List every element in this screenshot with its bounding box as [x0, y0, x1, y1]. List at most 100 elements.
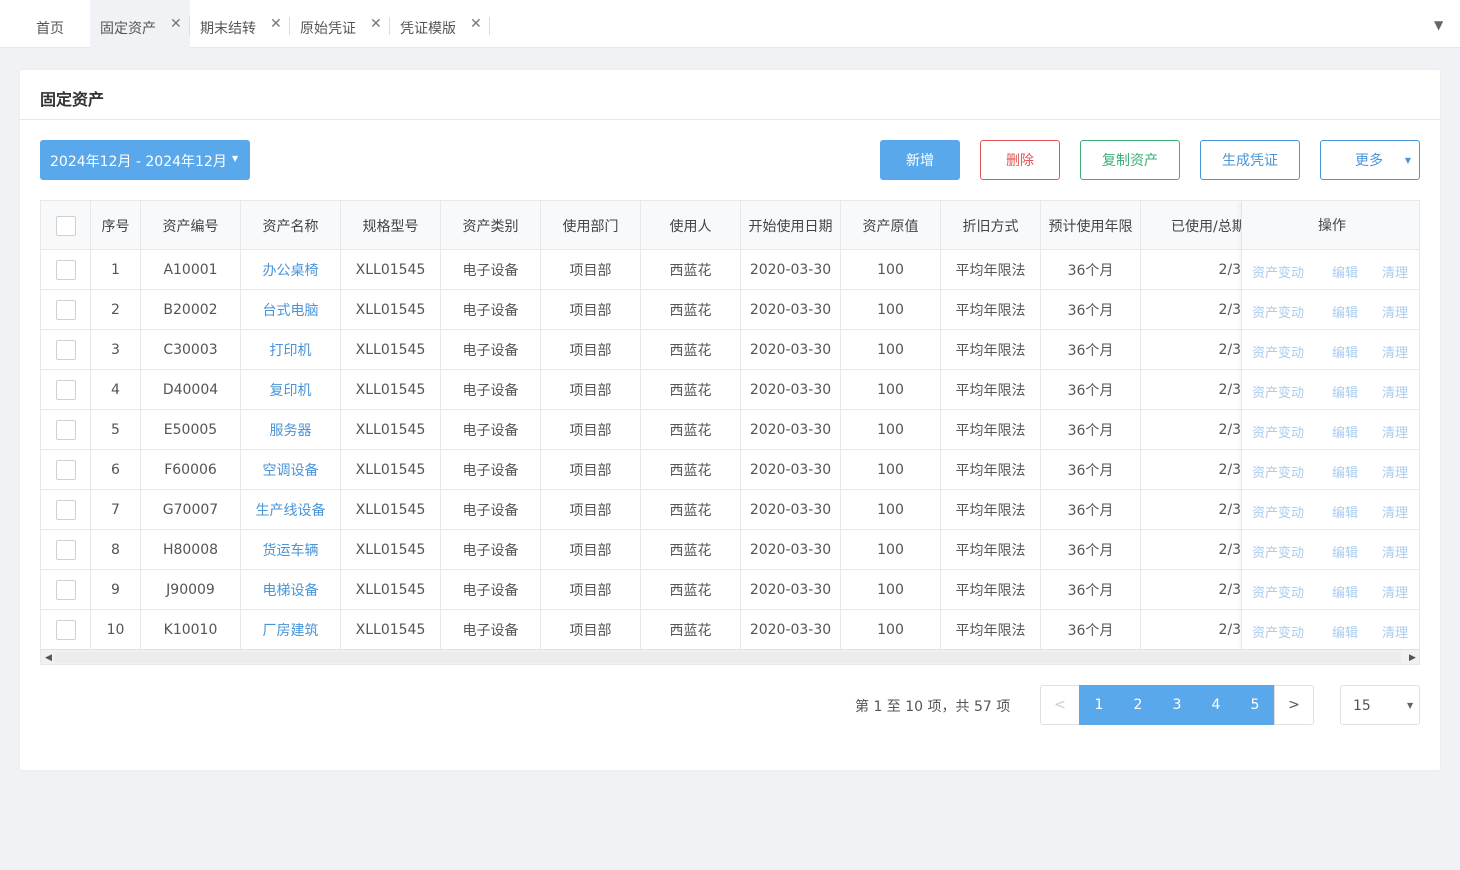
tab-2[interactable]: 期末结转 ✕: [190, 0, 290, 48]
asset-change-link[interactable]: 资产变动: [1252, 542, 1304, 561]
cell-code: K10010: [141, 610, 241, 649]
row-checkbox[interactable]: [55, 619, 76, 640]
tab-dropdown-icon[interactable]: ▼: [1434, 18, 1443, 32]
dispose-link[interactable]: 清理: [1382, 582, 1408, 601]
prev-page-button[interactable]: <: [1040, 685, 1080, 725]
cell-name[interactable]: 办公桌椅: [241, 250, 341, 289]
tab-1[interactable]: 固定资产 ✕: [90, 0, 190, 48]
asset-change-link[interactable]: 资产变动: [1252, 382, 1304, 401]
page-button-2[interactable]: 2: [1118, 685, 1158, 725]
add-button[interactable]: 新增: [880, 140, 960, 180]
cell-start-date: 2020-03-30: [741, 570, 841, 609]
delete-button[interactable]: 删除: [980, 140, 1060, 180]
row-checkbox[interactable]: [55, 299, 76, 320]
edit-link[interactable]: 编辑: [1332, 462, 1358, 481]
more-dropdown-button[interactable]: 更多 ▼: [1320, 140, 1420, 180]
dispose-link[interactable]: 清理: [1382, 542, 1408, 561]
edit-link[interactable]: 编辑: [1332, 422, 1358, 441]
tab-3[interactable]: 原始凭证 ✕: [290, 0, 390, 48]
asset-change-link[interactable]: 资产变动: [1252, 302, 1304, 321]
title-divider: [20, 119, 1440, 120]
dispose-link[interactable]: 清理: [1382, 382, 1408, 401]
cell-no: 9: [91, 570, 141, 609]
edit-link[interactable]: 编辑: [1332, 342, 1358, 361]
asset-change-link[interactable]: 资产变动: [1252, 622, 1304, 641]
cell-start-date: 2020-03-30: [741, 410, 841, 449]
dispose-link[interactable]: 清理: [1382, 302, 1408, 321]
cell-name[interactable]: 厂房建筑: [241, 610, 341, 649]
row-checkbox[interactable]: [55, 379, 76, 400]
cell-method: 平均年限法: [941, 530, 1041, 569]
row-checkbox[interactable]: [55, 419, 76, 440]
asset-change-link[interactable]: 资产变动: [1252, 582, 1304, 601]
dispose-link[interactable]: 清理: [1382, 462, 1408, 481]
cell-start-date: 2020-03-30: [741, 330, 841, 369]
close-icon[interactable]: ✕: [170, 17, 182, 31]
tab-4[interactable]: 凭证模版 ✕: [390, 0, 490, 48]
edit-link[interactable]: 编辑: [1332, 542, 1358, 561]
asset-change-link[interactable]: 资产变动: [1252, 342, 1304, 361]
horizontal-scrollbar[interactable]: ◀ ▶: [41, 649, 1419, 664]
asset-change-link[interactable]: 资产变动: [1252, 462, 1304, 481]
dispose-link[interactable]: 清理: [1382, 622, 1408, 641]
page-button-4[interactable]: 4: [1196, 685, 1236, 725]
copy-asset-button[interactable]: 复制资产: [1080, 140, 1180, 180]
asset-change-link[interactable]: 资产变动: [1252, 502, 1304, 521]
table-row: 8 H80008 货运车辆 XLL01545 电子设备 项目部 西蓝花 2020-03-30 1…: [41, 530, 1419, 570]
cell-method: 平均年限法: [941, 610, 1041, 649]
date-range-picker[interactable]: 2024年12月 - 2024年12月 ▼: [40, 140, 250, 180]
cell-spec: XLL01545: [341, 250, 441, 289]
page-size-select[interactable]: 15 ▼: [1340, 685, 1420, 725]
dispose-link[interactable]: 清理: [1382, 262, 1408, 281]
close-icon[interactable]: ✕: [270, 17, 282, 31]
select-all-checkbox[interactable]: [55, 215, 76, 236]
row-checkbox[interactable]: [55, 259, 76, 280]
cell-name[interactable]: 生产线设备: [241, 490, 341, 529]
cell-name[interactable]: 空调设备: [241, 450, 341, 489]
cell-dept: 项目部: [541, 290, 641, 329]
cell-category: 电子设备: [441, 410, 541, 449]
row-checkbox[interactable]: [55, 579, 76, 600]
asset-change-link[interactable]: 资产变动: [1252, 262, 1304, 281]
close-icon[interactable]: ✕: [470, 17, 482, 31]
dispose-link[interactable]: 清理: [1382, 422, 1408, 441]
generate-voucher-button[interactable]: 生成凭证: [1200, 140, 1300, 180]
edit-link[interactable]: 编辑: [1332, 382, 1358, 401]
page-button-3[interactable]: 3: [1157, 685, 1197, 725]
cell-dept: 项目部: [541, 610, 641, 649]
page-button-5[interactable]: 5: [1235, 685, 1275, 725]
edit-link[interactable]: 编辑: [1332, 622, 1358, 641]
cell-name[interactable]: 复印机: [241, 370, 341, 409]
cell-category: 电子设备: [441, 570, 541, 609]
row-checkbox[interactable]: [55, 539, 76, 560]
cell-dept: 项目部: [541, 370, 641, 409]
cell-name[interactable]: 打印机: [241, 330, 341, 369]
dispose-link[interactable]: 清理: [1382, 502, 1408, 521]
scroll-left-icon[interactable]: ◀: [45, 653, 52, 663]
page-button-1[interactable]: 1: [1079, 685, 1119, 725]
asset-change-link[interactable]: 资产变动: [1252, 422, 1304, 441]
cell-method: 平均年限法: [941, 370, 1041, 409]
scroll-right-icon[interactable]: ▶: [1409, 653, 1416, 663]
cell-value: 100: [841, 610, 941, 649]
edit-link[interactable]: 编辑: [1332, 302, 1358, 321]
fixed-assets-panel: 固定资产 2024年12月 - 2024年12月 ▼ 新增 删除 复制资产 生成…: [20, 70, 1440, 770]
row-checkbox[interactable]: [55, 459, 76, 480]
tab-0[interactable]: 首页: [0, 0, 90, 48]
dispose-link[interactable]: 清理: [1382, 342, 1408, 361]
scrollbar-thumb[interactable]: [55, 652, 1401, 663]
row-checkbox[interactable]: [55, 339, 76, 360]
cell-value: 100: [841, 530, 941, 569]
edit-link[interactable]: 编辑: [1332, 262, 1358, 281]
cell-name[interactable]: 服务器: [241, 410, 341, 449]
edit-link[interactable]: 编辑: [1332, 582, 1358, 601]
next-page-button[interactable]: >: [1274, 685, 1314, 725]
cell-name[interactable]: 电梯设备: [241, 570, 341, 609]
cell-spec: XLL01545: [341, 290, 441, 329]
cell-no: 5: [91, 410, 141, 449]
close-icon[interactable]: ✕: [370, 17, 382, 31]
cell-name[interactable]: 货运车辆: [241, 530, 341, 569]
row-checkbox[interactable]: [55, 499, 76, 520]
edit-link[interactable]: 编辑: [1332, 502, 1358, 521]
cell-name[interactable]: 台式电脑: [241, 290, 341, 329]
